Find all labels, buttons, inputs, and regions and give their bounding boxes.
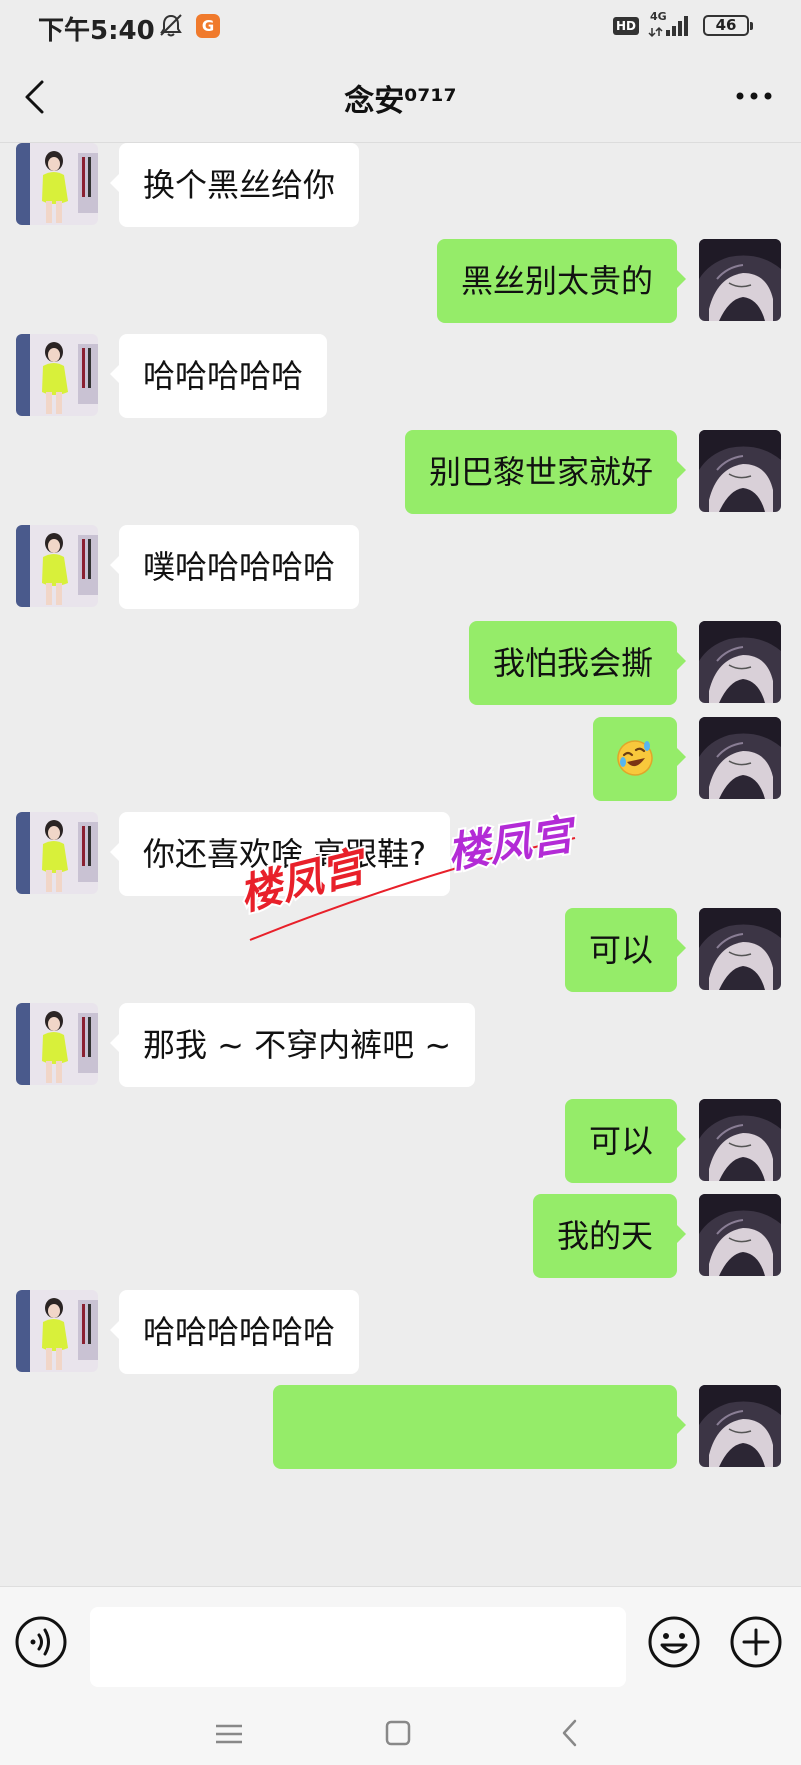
- message-bubble[interactable]: [273, 1385, 686, 1469]
- message-bubble[interactable]: [593, 717, 686, 801]
- outgoing-message: 别巴黎世家就好: [0, 430, 801, 514]
- incoming-message: 哈哈哈哈哈哈: [0, 1290, 801, 1374]
- my-avatar[interactable]: [699, 430, 781, 512]
- menu-icon[interactable]: [212, 1720, 246, 1748]
- outgoing-message: 我的天: [0, 1194, 801, 1278]
- input-bar: [0, 1586, 801, 1699]
- message-bubble[interactable]: 噗哈哈哈哈哈: [109, 525, 360, 609]
- message-input[interactable]: [90, 1607, 626, 1687]
- incoming-message: 那我 ~ 不穿内裤吧 ~: [0, 1003, 801, 1087]
- message-bubble[interactable]: 你还喜欢啥 高跟鞋?: [109, 812, 451, 896]
- message-bubble[interactable]: 换个黑丝给你: [109, 143, 360, 227]
- mute-bell-icon: [160, 14, 182, 37]
- battery-icon: 46: [703, 15, 753, 36]
- my-avatar[interactable]: [699, 1385, 781, 1467]
- status-time: 下午5:40: [38, 16, 155, 46]
- message-bubble[interactable]: 那我 ~ 不穿内裤吧 ~: [109, 1003, 476, 1087]
- chat-header: 念安⁰⁷¹⁷: [0, 52, 801, 143]
- incoming-message: 换个黑丝给你: [0, 143, 801, 227]
- my-avatar[interactable]: [699, 1099, 781, 1181]
- message-list[interactable]: 换个黑丝给你 黑丝别太贵的哈哈哈哈哈 别巴黎世家就好 噗哈哈哈哈哈我怕我会撕你还喜欢啥…: [0, 143, 801, 1586]
- outgoing-message: 我怕我会撕: [0, 621, 801, 705]
- outgoing-message: [0, 1385, 801, 1469]
- app-notification-icon: G: [196, 14, 220, 38]
- my-avatar[interactable]: [699, 239, 781, 321]
- laughing-emoji-icon: [617, 740, 653, 776]
- plus-icon[interactable]: [729, 1615, 783, 1669]
- message-bubble[interactable]: 哈哈哈哈哈: [109, 334, 328, 418]
- emoji-icon[interactable]: [647, 1615, 701, 1669]
- chat-title: 念安⁰⁷¹⁷: [344, 84, 457, 119]
- incoming-message: 噗哈哈哈哈哈: [0, 525, 801, 609]
- my-avatar[interactable]: [699, 717, 781, 799]
- my-avatar[interactable]: [699, 1194, 781, 1276]
- message-bubble[interactable]: 可以: [564, 1099, 687, 1183]
- contact-avatar[interactable]: [16, 143, 98, 225]
- status-bar: 下午5:40 G HD 4G 46: [0, 0, 801, 52]
- my-avatar[interactable]: [699, 621, 781, 703]
- back-icon[interactable]: [555, 1716, 585, 1750]
- message-bubble[interactable]: 我怕我会撕: [468, 621, 687, 705]
- my-avatar[interactable]: [699, 908, 781, 990]
- incoming-message: 你还喜欢啥 高跟鞋?: [0, 812, 801, 896]
- contact-avatar[interactable]: [16, 1290, 98, 1372]
- home-icon[interactable]: [383, 1718, 413, 1748]
- hd-badge: HD: [613, 17, 640, 35]
- message-bubble[interactable]: 黑丝别太贵的: [436, 239, 687, 323]
- contact-avatar[interactable]: [16, 334, 98, 416]
- signal-icon: [648, 16, 688, 38]
- contact-avatar[interactable]: [16, 525, 98, 607]
- message-bubble[interactable]: 别巴黎世家就好: [404, 430, 687, 514]
- contact-avatar[interactable]: [16, 1003, 98, 1085]
- outgoing-message: [0, 717, 801, 801]
- incoming-message: 哈哈哈哈哈: [0, 334, 801, 418]
- more-options-icon[interactable]: [729, 76, 779, 116]
- message-bubble[interactable]: 可以: [564, 908, 687, 992]
- outgoing-message: 可以: [0, 1099, 801, 1183]
- voice-input-icon[interactable]: [14, 1615, 68, 1669]
- outgoing-message: 可以: [0, 908, 801, 992]
- message-bubble[interactable]: 我的天: [532, 1194, 687, 1278]
- outgoing-message: 黑丝别太贵的: [0, 239, 801, 323]
- message-bubble[interactable]: 哈哈哈哈哈哈: [109, 1290, 360, 1374]
- system-nav-bar: [0, 1698, 801, 1765]
- contact-avatar[interactable]: [16, 812, 98, 894]
